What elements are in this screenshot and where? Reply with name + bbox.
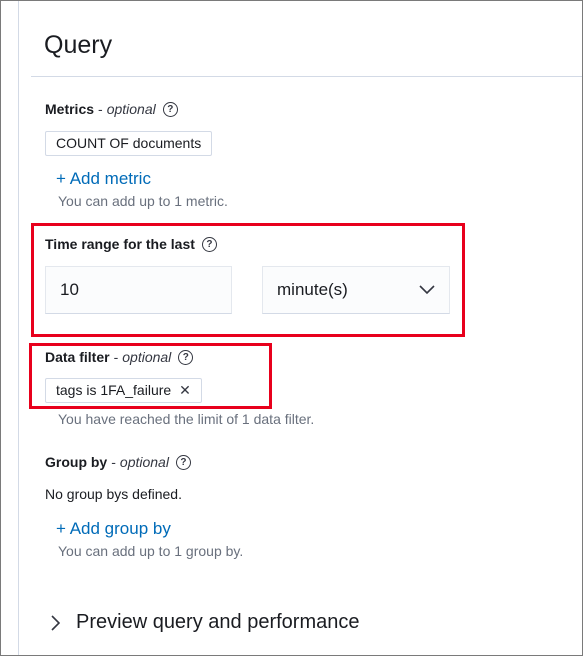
data-filter-label: Data filter - optional ? — [45, 349, 194, 365]
data-filter-label-text: Data filter — [45, 349, 110, 365]
label-separator: - — [111, 454, 116, 470]
data-filter-hint: You have reached the limit of 1 data fil… — [58, 411, 315, 427]
add-metric-link[interactable]: + Add metric — [56, 169, 151, 189]
group-by-hint: You can add up to 1 group by. — [58, 543, 244, 559]
page-title: Query — [44, 31, 113, 59]
metrics-label-text: Metrics — [45, 101, 95, 117]
time-range-value: 10 — [60, 280, 79, 299]
preview-accordion-toggle[interactable]: Preview query and performance — [51, 611, 359, 634]
close-icon[interactable]: ✕ — [179, 379, 191, 402]
time-range-unit: minute(s) — [277, 280, 348, 299]
group-by-label: Group by - optional ? — [45, 454, 191, 470]
group-by-label-text: Group by — [45, 454, 108, 470]
chevron-down-icon — [419, 285, 435, 295]
add-group-by-link[interactable]: + Add group by — [56, 519, 171, 539]
metric-badge[interactable]: COUNT OF documents — [45, 131, 213, 156]
data-filter-optional-text: optional — [122, 349, 172, 365]
help-icon[interactable]: ? — [201, 236, 217, 252]
metrics-optional-text: optional — [106, 101, 156, 117]
help-icon[interactable]: ? — [162, 101, 178, 117]
arrow-right-icon — [51, 614, 60, 631]
time-range-label: Time range for the last ? — [45, 236, 217, 252]
time-range-value-input[interactable]: 10 — [45, 266, 232, 314]
data-filter-badge-label: tags is 1FA_failure — [56, 382, 172, 398]
title-divider — [31, 76, 582, 77]
preview-label: Preview query and performance — [76, 611, 360, 633]
label-separator: - — [113, 349, 119, 365]
group-by-optional-text: optional — [119, 454, 169, 470]
label-separator: - — [98, 101, 103, 117]
time-range-unit-select[interactable]: minute(s) — [262, 266, 450, 314]
screenshot-frame: Query Metrics - optional ? COUNT OF docu… — [0, 0, 583, 656]
data-filter-badge[interactable]: tags is 1FA_failure ✕ — [45, 378, 202, 403]
time-range-label-text: Time range for the last — [45, 236, 195, 252]
help-icon[interactable]: ? — [178, 349, 194, 365]
metrics-hint: You can add up to 1 metric. — [58, 193, 228, 209]
metrics-label: Metrics - optional ? — [45, 101, 178, 117]
metric-badge-label: COUNT OF documents — [56, 135, 202, 151]
group-by-empty-text: No group bys defined. — [45, 486, 182, 502]
help-icon[interactable]: ? — [175, 454, 191, 470]
